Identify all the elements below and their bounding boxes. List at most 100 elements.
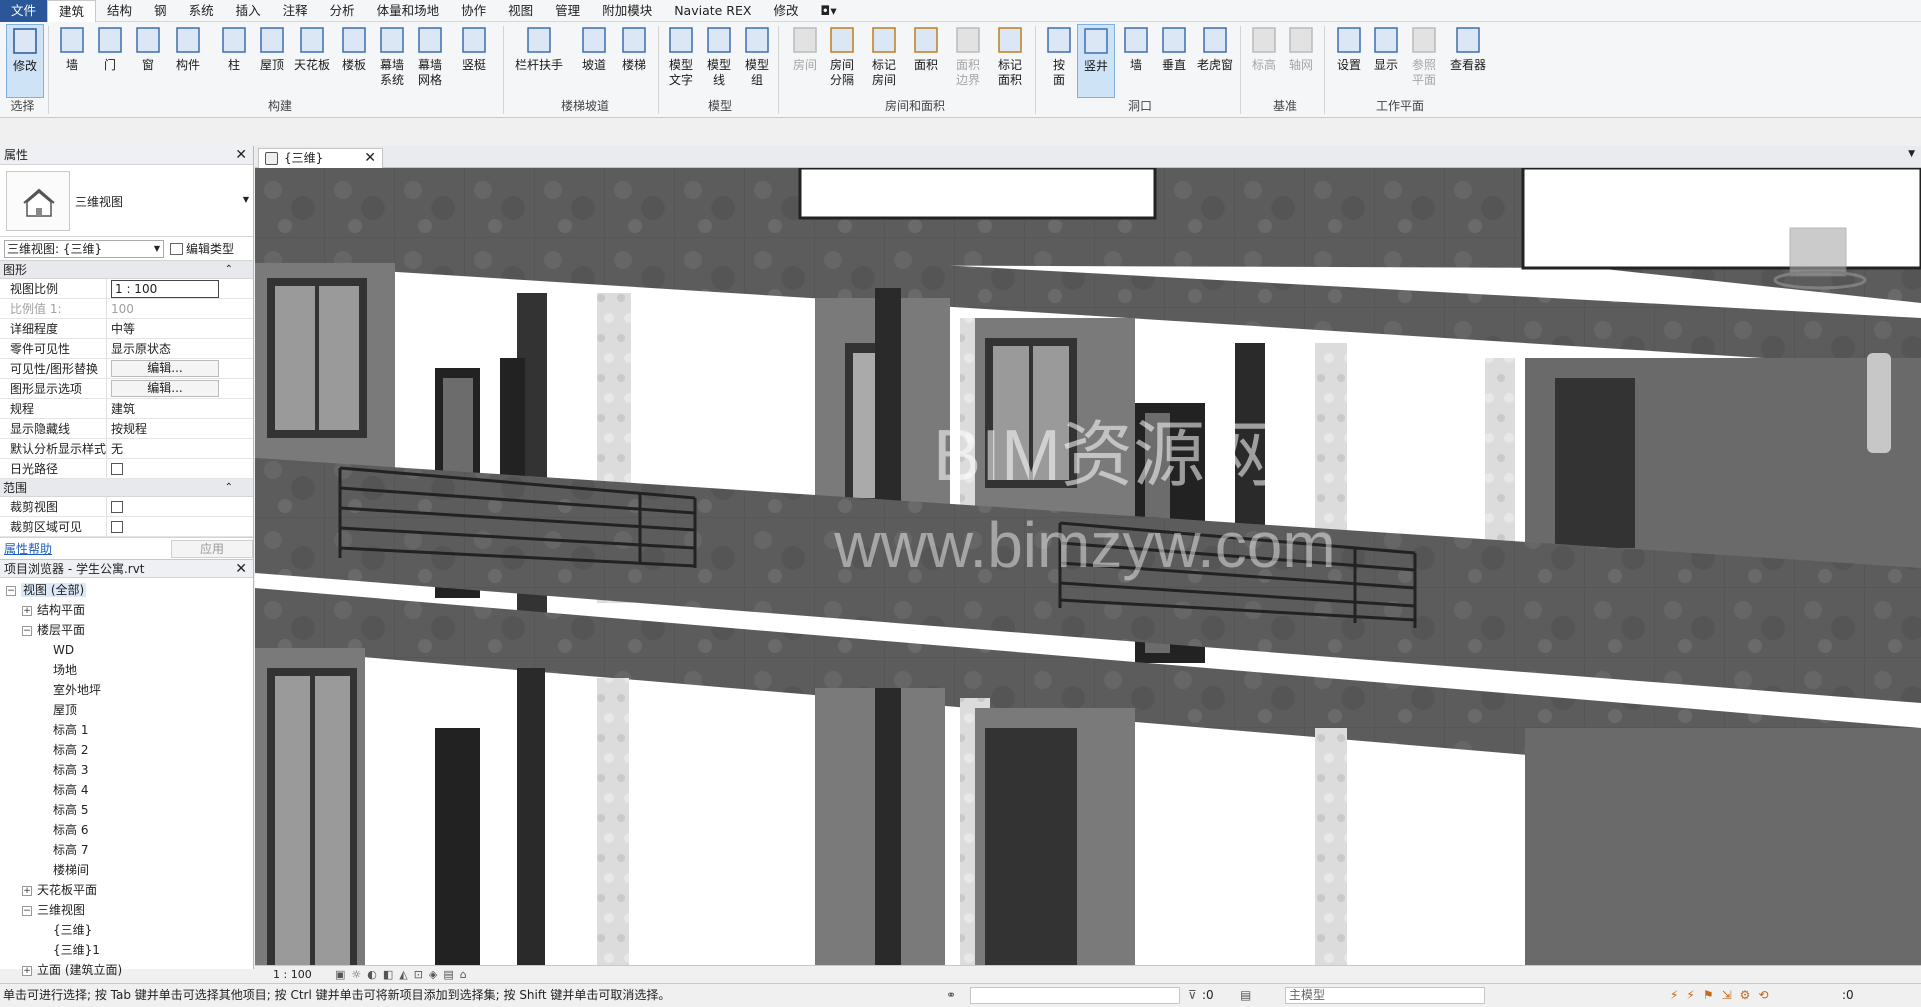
properties-help-link[interactable]: 属性帮助 — [4, 538, 52, 560]
ribbon-button[interactable]: 窗 — [128, 24, 168, 98]
instance-selector[interactable]: 三维视图: {三维} ▼ — [4, 240, 164, 258]
browser-tree-item[interactable]: − 三维视图 — [0, 900, 253, 920]
view-scale-field[interactable]: 1 : 100 — [111, 280, 219, 298]
property-value[interactable]: 显示原状态 — [107, 339, 253, 358]
property-value[interactable]: 建筑 — [107, 399, 253, 418]
chevron-down-icon[interactable]: ▼ — [1908, 149, 1915, 159]
property-value[interactable]: 编辑... — [107, 359, 253, 378]
browser-tree-item[interactable]: + 立面 (建筑立面) — [0, 960, 253, 980]
browser-tree-item[interactable]: + 天花板平面 — [0, 880, 253, 900]
group-extent[interactable]: 范围 ⌃ — [0, 479, 253, 497]
property-value[interactable] — [107, 459, 253, 478]
browser-tree-item[interactable]: − 楼层平面 — [0, 620, 253, 640]
ribbon-button[interactable]: 模型 线 — [700, 24, 738, 98]
ribbon-button[interactable]: 房间 — [785, 24, 825, 98]
menu-item[interactable]: 视图 — [497, 0, 544, 22]
ribbon-button[interactable]: 坡道 — [574, 24, 614, 98]
browser-tree-item[interactable]: 标高 6 — [0, 820, 253, 840]
ribbon-button[interactable]: 房间 分隔 — [822, 24, 862, 98]
ribbon-button[interactable]: 楼板 — [334, 24, 374, 98]
view-control-icons[interactable]: ▣☼◐◧◭⊡◈▤⌂ — [335, 966, 473, 983]
browser-tree-item[interactable]: + 结构平面 — [0, 600, 253, 620]
property-checkbox[interactable] — [111, 501, 123, 513]
ribbon-button[interactable]: 幕墙 系统 — [372, 24, 412, 98]
edit-button[interactable]: 编辑... — [111, 380, 219, 397]
edit-button[interactable]: 编辑... — [111, 360, 219, 377]
collapse-icon[interactable]: − — [22, 905, 32, 916]
browser-tree-item[interactable]: − 视图 (全部) — [0, 580, 253, 600]
menu-item[interactable]: 分析 — [319, 0, 366, 22]
menu-item[interactable]: 体量和场地 — [366, 0, 451, 22]
property-checkbox[interactable] — [111, 463, 123, 475]
ribbon-button[interactable]: 显示 — [1367, 24, 1405, 98]
browser-tree-item[interactable]: 标高 7 — [0, 840, 253, 860]
ribbon-button[interactable]: 楼梯 — [614, 24, 654, 98]
property-value[interactable]: 中等 — [107, 319, 253, 338]
browser-tree-item[interactable]: 楼梯间 — [0, 860, 253, 880]
browser-tree-item[interactable]: WD — [0, 640, 253, 660]
menu-item[interactable]: 插入 — [225, 0, 272, 22]
ribbon-button[interactable]: 墙 — [52, 24, 92, 98]
menu-item[interactable]: 钢 — [143, 0, 178, 22]
ribbon-button[interactable]: 轴网 — [1282, 24, 1320, 98]
ribbon-button[interactable]: 栏杆扶手 — [510, 24, 568, 98]
ribbon-button[interactable]: 面积 边界 — [948, 24, 988, 98]
ribbon-button[interactable]: 标记 房间 — [864, 24, 904, 98]
close-icon[interactable]: ✕ — [235, 560, 247, 579]
tab-3d-view[interactable]: {三维} ✕ — [258, 148, 383, 169]
worksets-icon[interactable]: ⚭ — [946, 984, 956, 1006]
ribbon-button[interactable]: 幕墙 网格 — [410, 24, 450, 98]
ribbon-button[interactable]: 天花板 — [292, 24, 332, 98]
ribbon-button[interactable]: 墙 — [1117, 24, 1155, 98]
property-value[interactable]: 编辑... — [107, 379, 253, 398]
menu-item[interactable]: 结构 — [96, 0, 143, 22]
design-option-field[interactable]: 主模型 — [1285, 987, 1485, 1004]
ribbon-button[interactable]: 修改 — [6, 24, 44, 98]
menu-item[interactable]: Naviate REX — [663, 0, 762, 22]
menu-item[interactable]: 注释 — [272, 0, 319, 22]
filter-icon[interactable]: ⊽ — [1188, 984, 1197, 1006]
expand-icon[interactable]: + — [22, 885, 32, 896]
browser-tree-item[interactable]: {三维}1 — [0, 940, 253, 960]
browser-tree-item[interactable]: 标高 5 — [0, 800, 253, 820]
menu-item[interactable]: 管理 — [544, 0, 591, 22]
ribbon-button[interactable]: 垂直 — [1155, 24, 1193, 98]
browser-tree-item[interactable]: {三维} — [0, 920, 253, 940]
ribbon-button[interactable]: 屋顶 — [252, 24, 292, 98]
menu-item[interactable]: 修改 — [762, 0, 809, 22]
view-scale[interactable]: 1 : 100 — [273, 966, 312, 983]
ribbon-button[interactable]: 面积 — [906, 24, 946, 98]
property-value[interactable]: 按规程 — [107, 419, 253, 438]
menu-item[interactable]: 文件 — [0, 0, 48, 22]
property-checkbox[interactable] — [111, 521, 123, 533]
browser-tree-item[interactable]: 标高 2 — [0, 740, 253, 760]
expand-icon[interactable]: + — [22, 605, 32, 616]
browser-tree-item[interactable]: 标高 3 — [0, 760, 253, 780]
ribbon-button[interactable]: 模型 组 — [738, 24, 776, 98]
design-options-icon[interactable]: ▤ — [1240, 984, 1251, 1006]
browser-tree-item[interactable]: 标高 4 — [0, 780, 253, 800]
menu-overflow-icon[interactable]: ◘▾ — [809, 0, 847, 22]
close-icon[interactable]: ✕ — [235, 146, 247, 165]
ribbon-button[interactable]: 设置 — [1330, 24, 1368, 98]
ribbon-button[interactable]: 参照 平面 — [1405, 24, 1443, 98]
group-graphics[interactable]: 图形 ⌃ — [0, 261, 253, 279]
browser-tree-item[interactable]: 屋顶 — [0, 700, 253, 720]
ribbon-button[interactable]: 标记 面积 — [990, 24, 1030, 98]
property-value[interactable]: 无 — [107, 439, 253, 458]
collapse-icon[interactable]: − — [22, 625, 32, 636]
ribbon-button[interactable]: 竖井 — [1077, 24, 1115, 98]
edit-type-button[interactable]: 编辑类型 — [170, 240, 234, 258]
type-selector[interactable]: 三维视图 ▼ — [0, 165, 253, 237]
ribbon-button[interactable]: 构件 — [168, 24, 208, 98]
ribbon-button[interactable]: 模型 文字 — [662, 24, 700, 98]
ribbon-button[interactable]: 按 面 — [1040, 24, 1078, 98]
menu-item[interactable]: 系统 — [178, 0, 225, 22]
ribbon-button[interactable]: 门 — [90, 24, 130, 98]
menu-item[interactable]: 协作 — [450, 0, 497, 22]
menu-item[interactable]: 建筑 — [47, 0, 97, 22]
browser-tree-item[interactable]: 室外地坪 — [0, 680, 253, 700]
ribbon-button[interactable]: 竖梃 — [454, 24, 494, 98]
browser-tree-item[interactable]: 场地 — [0, 660, 253, 680]
menu-item[interactable]: 附加模块 — [591, 0, 663, 22]
